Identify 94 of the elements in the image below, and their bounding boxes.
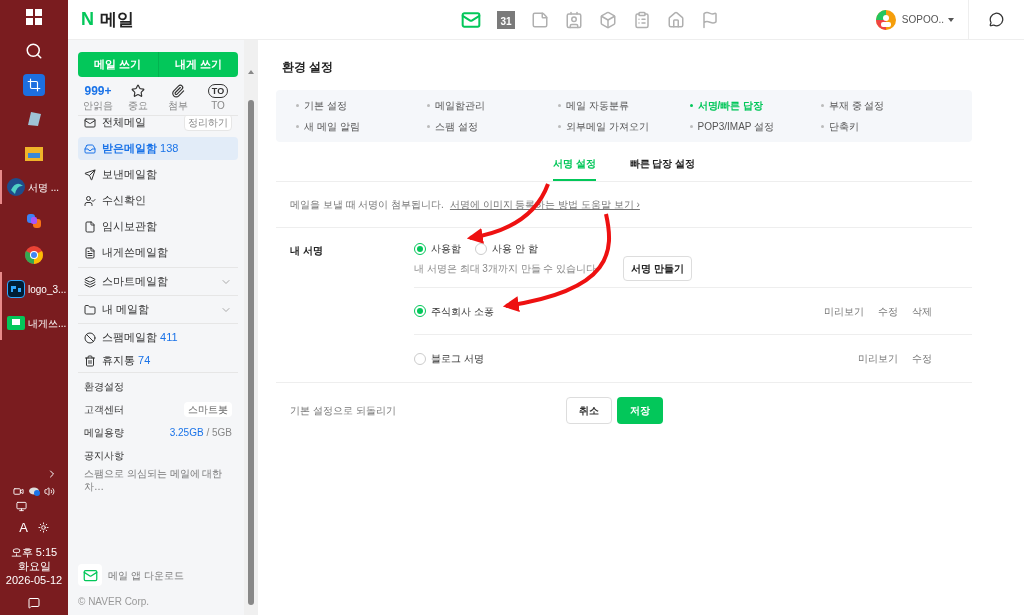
photoshop-icon[interactable] xyxy=(7,280,25,298)
user-menu[interactable]: SOPOO.. xyxy=(901,12,954,27)
app-title: 메일 xyxy=(100,8,134,31)
create-signature-button[interactable]: 서명 만들기 xyxy=(623,256,692,281)
folder-group[interactable]: 스마트메일함 xyxy=(78,267,238,295)
quick-filter[interactable]: TO TO xyxy=(200,83,236,112)
layers-icon xyxy=(84,275,96,288)
trash-icon xyxy=(84,354,96,367)
camera-icon[interactable] xyxy=(13,485,24,497)
settings-menu-item[interactable]: 부재 중 설정 xyxy=(820,98,952,113)
notice-text: 스팸으로 의심되는 메일에 대한 차… xyxy=(84,467,224,493)
person-icon xyxy=(84,194,96,207)
reset-link[interactable]: 기본 설정으로 되돌리기 xyxy=(290,403,566,418)
quick-filter[interactable]: 첨부 xyxy=(160,83,196,112)
sidebar-link[interactable]: 공지사항 xyxy=(84,448,124,463)
folder-item[interactable]: 휴지통 74 xyxy=(78,349,238,372)
folder-group[interactable]: 내 메일함 xyxy=(78,295,238,323)
brightness-icon[interactable] xyxy=(37,521,49,533)
copilot-icon[interactable] xyxy=(25,212,43,230)
chrome-icon[interactable] xyxy=(25,246,43,264)
folder-item[interactable]: 임시보관함 xyxy=(78,215,238,238)
storage-usage: 3.25GB / 5GB xyxy=(169,426,232,440)
page-title: 환경 설정 xyxy=(282,59,335,76)
star-icon xyxy=(131,84,145,98)
checklist-icon[interactable] xyxy=(633,10,651,29)
description-text: 메일을 보낼 때 서명이 첨부됩니다. xyxy=(290,198,444,212)
folder-item[interactable]: 스팸메일함 411 xyxy=(78,326,238,349)
settings-menu-item[interactable]: 스팸 설정 xyxy=(427,119,559,134)
settings-menu-item[interactable]: 기본 설정 xyxy=(296,98,428,113)
hint-text: 내 서명은 최대 3개까지 만들 수 있습니다. xyxy=(414,262,599,276)
folder-icon xyxy=(84,303,96,316)
folder-icon[interactable] xyxy=(25,145,43,161)
logo-letter: N xyxy=(81,8,94,31)
folder-item[interactable]: 받은메일함 138 xyxy=(78,137,238,160)
signature-action[interactable]: 미리보기 xyxy=(858,351,898,366)
signature-name: 블로그 서명 xyxy=(431,352,484,366)
clock-time: 오후 5:15 xyxy=(10,545,58,559)
windows-icon[interactable] xyxy=(26,9,42,25)
envelope-icon xyxy=(84,116,96,129)
chatbot-badge[interactable]: 스마트봇 xyxy=(184,402,232,417)
quick-filter[interactable]: 중요 xyxy=(120,83,156,112)
copyright-text: © NAVER Corp. xyxy=(78,595,151,609)
cloud-icon[interactable] xyxy=(28,485,40,496)
input-method-text: A xyxy=(19,518,28,537)
settings-menu-item[interactable]: 새 메일 알림 xyxy=(296,119,428,134)
search-icon[interactable] xyxy=(25,42,43,60)
radio-label: 사용함 xyxy=(431,242,461,256)
folder-item[interactable]: 내게쓴메일함 xyxy=(78,241,238,264)
scrollbar[interactable] xyxy=(244,40,258,615)
document-icon xyxy=(84,246,96,259)
quick-filter[interactable]: 999+ 안읽음 xyxy=(80,83,116,112)
signature-action[interactable]: 수정 xyxy=(912,351,932,366)
radio-label: 사용 안 함 xyxy=(492,242,538,256)
settings-menu-item[interactable]: 외부메일 가져오기 xyxy=(558,119,690,134)
scroll-up-icon[interactable] xyxy=(248,70,254,74)
clock-date: 2026-05-12 xyxy=(5,573,63,587)
tab[interactable]: 빠른 답장 설정 xyxy=(629,156,696,181)
settings-menu-item[interactable]: 메일 자동분류 xyxy=(558,98,690,113)
taskbar-label: logo_3... xyxy=(28,282,67,297)
sidebar-link[interactable]: 고객센터 xyxy=(84,402,124,417)
folder-item[interactable]: 보낸메일함 xyxy=(78,163,238,186)
send-icon xyxy=(84,168,96,181)
file-icon xyxy=(84,220,96,233)
avatar-icon[interactable] xyxy=(875,9,896,30)
mail-app-icon[interactable] xyxy=(7,314,25,332)
glass-app-icon[interactable] xyxy=(25,110,43,128)
signature-action[interactable]: 수정 xyxy=(878,303,898,319)
crop-app-icon[interactable] xyxy=(23,74,45,96)
calendar-icon[interactable]: 31 xyxy=(497,10,515,29)
ban-icon xyxy=(84,331,96,344)
app-icon[interactable] xyxy=(7,178,25,196)
folder-item[interactable]: 전체메일 정리하기 xyxy=(78,116,238,134)
download-link[interactable]: 메일 앱 다운로드 xyxy=(108,567,184,583)
caret-icon[interactable] xyxy=(948,17,954,22)
monitor-icon[interactable] xyxy=(16,500,27,512)
signature-action[interactable]: 미리보기 xyxy=(824,303,864,319)
sidebar-link[interactable]: 메일용량 xyxy=(84,425,124,440)
taskbar-label: 서명 ... xyxy=(28,180,60,195)
settings-menu-item[interactable]: POP3/IMAP 설정 xyxy=(689,119,821,134)
folder-item[interactable]: 수신확인 xyxy=(78,189,238,212)
inbox-icon xyxy=(84,142,96,155)
speaker-icon[interactable] xyxy=(44,485,55,497)
settings-menu-item[interactable]: 단축키 xyxy=(820,119,952,134)
settings-menu-item[interactable]: 메일함관리 xyxy=(427,98,559,113)
field-label: 내 서명 xyxy=(289,244,324,258)
sidebar-link[interactable]: 환경설정 xyxy=(84,379,124,394)
signature-action[interactable]: 삭제 xyxy=(912,303,932,319)
taskbar-label: 내게쓰... xyxy=(28,316,67,331)
chat-icon[interactable] xyxy=(989,12,1004,27)
notification-icon[interactable] xyxy=(28,597,40,609)
paperclip-icon xyxy=(171,84,185,98)
signature-name: 주식회사 소퐁 xyxy=(431,304,494,319)
cancel-button[interactable]: 취소 xyxy=(566,397,612,424)
clock-day: 화요일 xyxy=(17,559,51,573)
